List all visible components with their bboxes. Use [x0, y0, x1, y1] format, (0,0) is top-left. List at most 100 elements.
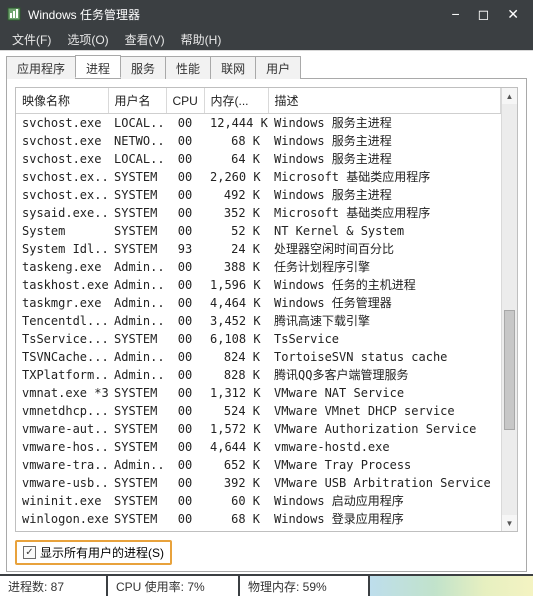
- menu-help[interactable]: 帮助(H): [175, 29, 228, 50]
- menu-options[interactable]: 选项(O): [61, 29, 114, 50]
- cell-user: SYSTEM: [108, 240, 166, 258]
- cell-memory: 824 K: [204, 348, 268, 366]
- table-row[interactable]: vmware-aut...SYSTEM001,572 KVMware Autho…: [16, 420, 501, 438]
- cell-imagename: taskhost.exe: [16, 276, 108, 294]
- close-button[interactable]: ✕: [507, 6, 519, 23]
- maximize-button[interactable]: ◻: [478, 6, 490, 23]
- cell-user: SYSTEM: [108, 510, 166, 528]
- cell-description: Windows 任务管理器: [268, 294, 501, 312]
- table-row[interactable]: vmware-hos...SYSTEM004,644 Kvmware-hostd…: [16, 438, 501, 456]
- cell-cpu: 00: [166, 276, 204, 294]
- table-row[interactable]: svchost.exeLOCAL...0012,444 KWindows 服务主…: [16, 114, 501, 133]
- cell-description: NT Kernel & System: [268, 222, 501, 240]
- tab-networking[interactable]: 联网: [210, 56, 256, 79]
- show-all-users-label[interactable]: 显示所有用户的进程(S): [40, 544, 164, 561]
- col-header-description[interactable]: 描述: [268, 88, 501, 114]
- table-row[interactable]: winlogon.exeSYSTEM0068 KWindows 登录应用程序: [16, 510, 501, 528]
- col-header-imagename[interactable]: 映像名称: [16, 88, 108, 114]
- cell-imagename: vmware-tra...: [16, 456, 108, 474]
- table-row[interactable]: TsService....SYSTEM006,108 KTsService: [16, 330, 501, 348]
- cell-user: SYSTEM: [108, 204, 166, 222]
- minimize-button[interactable]: −: [451, 6, 459, 23]
- cell-memory: 12,444 K: [204, 114, 268, 133]
- table-row[interactable]: vmware-usb...SYSTEM00392 KVMware USB Arb…: [16, 474, 501, 492]
- table-row[interactable]: taskhost.exeAdmin...001,596 KWindows 任务的…: [16, 276, 501, 294]
- cell-imagename: TXPlatform...: [16, 366, 108, 384]
- cell-description: Windows 任务的主机进程: [268, 276, 501, 294]
- tab-performance[interactable]: 性能: [165, 56, 211, 79]
- table-row[interactable]: sysaid.exe...SYSTEM00352 KMicrosoft 基础类应…: [16, 204, 501, 222]
- col-header-memory[interactable]: 内存(...: [204, 88, 268, 114]
- table-row[interactable]: Tencentdl....Admin...003,452 K腾讯高速下载引擎: [16, 312, 501, 330]
- table-row[interactable]: svchost.exeLOCAL...0064 KWindows 服务主进程: [16, 150, 501, 168]
- table-row[interactable]: taskeng.exeAdmin...00388 K任务计划程序引擎: [16, 258, 501, 276]
- cell-description: TortoiseSVN status cache: [268, 348, 501, 366]
- table-row[interactable]: svchost.ex...SYSTEM002,260 KMicrosoft 基础…: [16, 168, 501, 186]
- cell-cpu: 00: [166, 114, 204, 133]
- cell-user: SYSTEM: [108, 474, 166, 492]
- titlebar: Windows 任务管理器 − ◻ ✕: [0, 0, 533, 28]
- table-row[interactable]: svchost.ex...SYSTEM00492 KWindows 服务主进程: [16, 186, 501, 204]
- cell-description: Windows 服务主进程: [268, 186, 501, 204]
- cell-description: Windows 登录应用程序: [268, 510, 501, 528]
- table-row[interactable]: vmnat.exe *32SYSTEM001,312 KVMware NAT S…: [16, 384, 501, 402]
- cell-imagename: vmware-aut...: [16, 420, 108, 438]
- cell-cpu: 00: [166, 438, 204, 456]
- cell-cpu: 00: [166, 492, 204, 510]
- scroll-up-icon[interactable]: ▲: [502, 88, 517, 104]
- table-row[interactable]: svchost.exeNETWO...0068 KWindows 服务主进程: [16, 132, 501, 150]
- cell-memory: 4,464 K: [204, 294, 268, 312]
- table-row[interactable]: TSVNCache....Admin...00824 KTortoiseSVN …: [16, 348, 501, 366]
- menu-file[interactable]: 文件(F): [6, 29, 57, 50]
- cell-memory: 352 K: [204, 204, 268, 222]
- cell-imagename: TsService....: [16, 330, 108, 348]
- cell-memory: 68 K: [204, 132, 268, 150]
- cell-description: WMI Provider Host: [268, 528, 501, 531]
- tab-processes[interactable]: 进程: [75, 55, 121, 78]
- scroll-thumb[interactable]: [504, 310, 515, 430]
- cell-imagename: TSVNCache....: [16, 348, 108, 366]
- cell-memory: 492 K: [204, 186, 268, 204]
- cell-imagename: vmnetdhcp....: [16, 402, 108, 420]
- cell-user: NETWO...: [108, 132, 166, 150]
- cell-cpu: 00: [166, 312, 204, 330]
- tab-users[interactable]: 用户: [255, 56, 301, 79]
- table-row[interactable]: vmnetdhcp....SYSTEM00524 KVMware VMnet D…: [16, 402, 501, 420]
- cell-cpu: 00: [166, 132, 204, 150]
- table-row[interactable]: wininit.exeSYSTEM0060 KWindows 启动应用程序: [16, 492, 501, 510]
- table-row[interactable]: vmware-tra...Admin...00652 KVMware Tray …: [16, 456, 501, 474]
- tab-applications[interactable]: 应用程序: [6, 56, 76, 79]
- cell-cpu: 00: [166, 294, 204, 312]
- cell-description: VMware Tray Process: [268, 456, 501, 474]
- col-header-user[interactable]: 用户名: [108, 88, 166, 114]
- process-listview: 映像名称 用户名 CPU 内存(... 描述 svchost.exeLOCAL.…: [15, 87, 518, 532]
- cell-description: VMware VMnet DHCP service: [268, 402, 501, 420]
- scroll-track[interactable]: [502, 104, 517, 515]
- cell-memory: 52 K: [204, 222, 268, 240]
- cell-imagename: Tencentdl....: [16, 312, 108, 330]
- show-all-users-checkbox[interactable]: ✓: [23, 546, 36, 559]
- table-row[interactable]: WmiPrvSE.e...SYSTEM003,612 KWMI Provider…: [16, 528, 501, 531]
- cell-description: VMware USB Arbitration Service: [268, 474, 501, 492]
- vertical-scrollbar[interactable]: ▲ ▼: [501, 88, 517, 531]
- cell-description: Windows 服务主进程: [268, 150, 501, 168]
- cell-imagename: svchost.ex...: [16, 186, 108, 204]
- cell-imagename: svchost.ex...: [16, 168, 108, 186]
- col-header-cpu[interactable]: CPU: [166, 88, 204, 114]
- cell-user: Admin...: [108, 312, 166, 330]
- column-header-row: 映像名称 用户名 CPU 内存(... 描述: [16, 88, 501, 114]
- cell-description: Microsoft 基础类应用程序: [268, 168, 501, 186]
- table-row[interactable]: taskmgr.exeAdmin...004,464 KWindows 任务管理…: [16, 294, 501, 312]
- table-row[interactable]: TXPlatform...Admin...00828 K腾讯QQ多客户端管理服务: [16, 366, 501, 384]
- menu-view[interactable]: 查看(V): [119, 29, 171, 50]
- scroll-down-icon[interactable]: ▼: [502, 515, 517, 531]
- cell-memory: 6,108 K: [204, 330, 268, 348]
- table-row[interactable]: System Idl...SYSTEM9324 K处理器空闲时间百分比: [16, 240, 501, 258]
- cell-memory: 60 K: [204, 492, 268, 510]
- tab-services[interactable]: 服务: [120, 56, 166, 79]
- cell-user: SYSTEM: [108, 420, 166, 438]
- cell-imagename: taskmgr.exe: [16, 294, 108, 312]
- table-row[interactable]: SystemSYSTEM0052 KNT Kernel & System: [16, 222, 501, 240]
- cell-user: Admin...: [108, 456, 166, 474]
- cell-cpu: 00: [166, 204, 204, 222]
